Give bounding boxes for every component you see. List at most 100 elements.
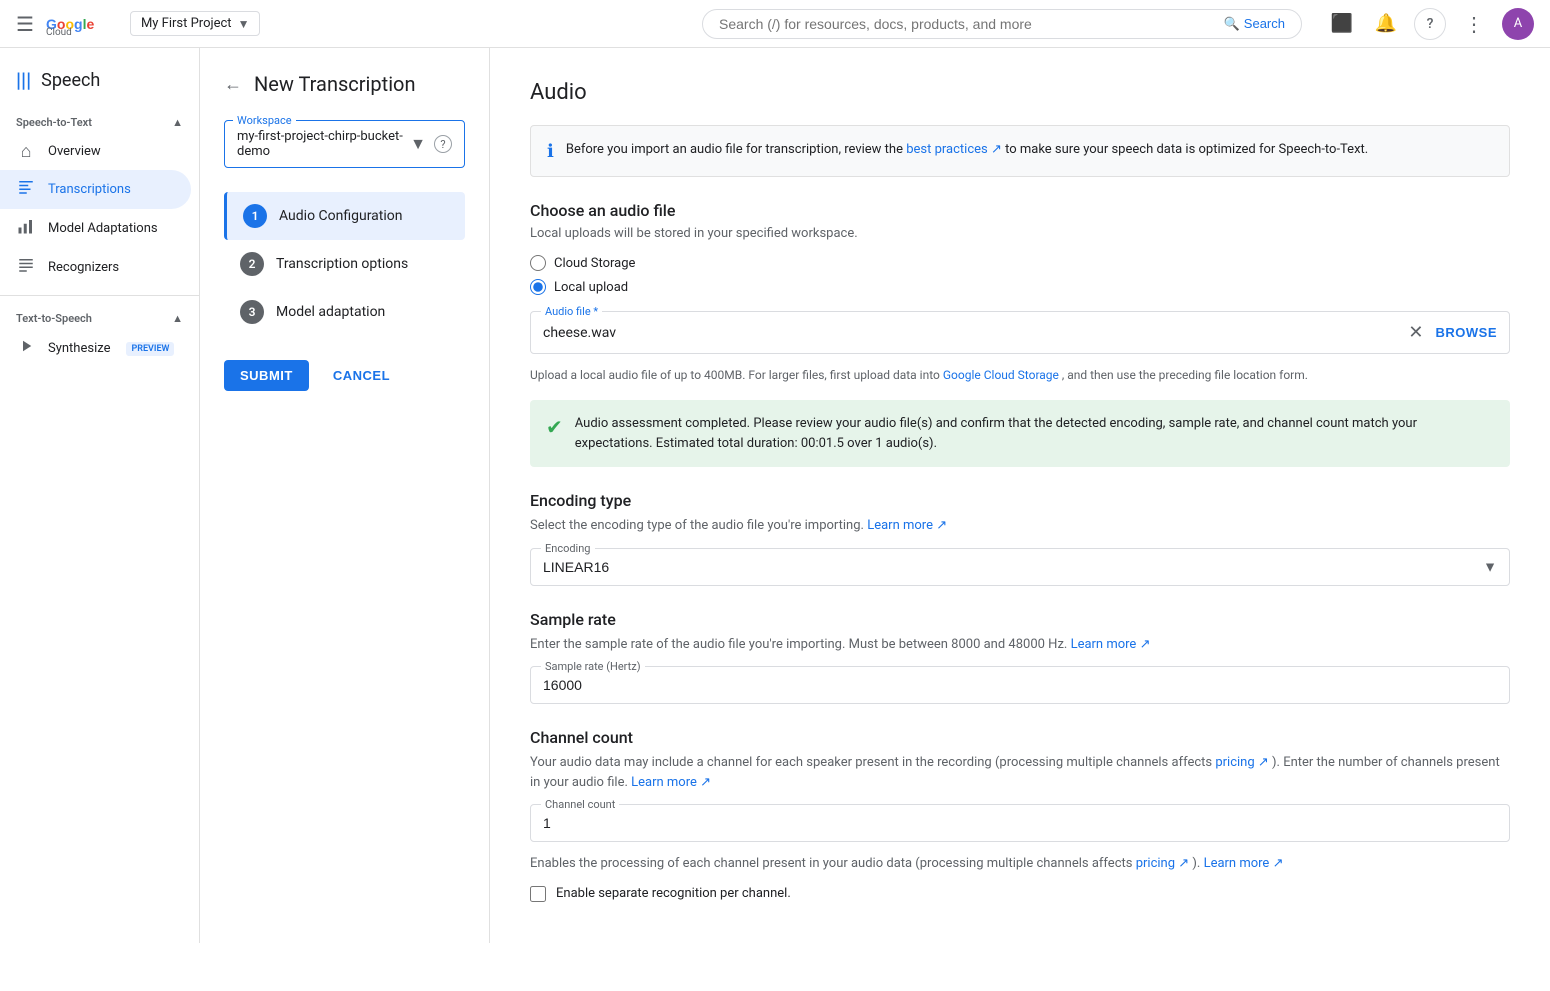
workspace-help-icon[interactable]: ? <box>434 135 452 153</box>
project-name: My First Project <box>141 16 232 31</box>
search-icon: 🔍 <box>1224 16 1240 32</box>
search-bar: 🔍 Search <box>702 9 1302 39</box>
workspace-value: my-first-project-chirp-bucket-demo <box>237 129 410 159</box>
encoding-select[interactable]: LINEAR16 MP3 FLAC <box>531 549 1509 585</box>
sidebar: ||| Speech Speech-to-Text ▲ ⌂ Overview T… <box>0 48 200 943</box>
success-box: ✔ Audio assessment completed. Please rev… <box>530 400 1510 467</box>
step-3-model-adaptation[interactable]: 3 Model adaptation <box>224 288 465 336</box>
step-1-number: 1 <box>243 204 267 228</box>
encoding-learn-more-link[interactable]: Learn more ↗ <box>867 518 947 533</box>
cloud-storage-radio[interactable] <box>530 255 546 271</box>
more-options-icon[interactable]: ⋮ <box>1458 8 1490 40</box>
audio-source-radio-group: Cloud Storage Local upload <box>530 255 1510 295</box>
sidebar-item-synthesize[interactable]: Synthesize PREVIEW <box>0 329 191 368</box>
note-learn-more-link[interactable]: Learn more ↗ <box>1204 856 1284 871</box>
choose-audio-section: Choose an audio file Local uploads will … <box>530 201 1510 295</box>
sidebar-item-recognizers[interactable]: Recognizers <box>0 248 191 287</box>
workspace-label: Workspace <box>233 114 296 127</box>
search-input[interactable] <box>719 16 1224 32</box>
cloud-storage-option[interactable]: Cloud Storage <box>530 255 1510 271</box>
sidebar-item-overview[interactable]: ⌂ Overview <box>0 133 191 170</box>
help-icon[interactable]: ? <box>1414 8 1446 40</box>
audio-file-label: Audio file * <box>541 305 602 318</box>
project-selector[interactable]: My First Project ▼ <box>130 11 261 36</box>
separate-recognition-checkbox[interactable] <box>530 886 546 902</box>
left-panel: ← New Transcription Workspace my-first-p… <box>200 48 490 943</box>
hamburger-menu-icon[interactable]: ☰ <box>16 12 34 36</box>
choose-audio-desc: Local uploads will be stored in your spe… <box>530 226 1510 241</box>
step-2-label: Transcription options <box>276 256 408 272</box>
info-text: Before you import an audio file for tran… <box>566 140 1368 160</box>
channel-learn-more-link[interactable]: Learn more ↗ <box>631 775 711 790</box>
encoding-title: Encoding type <box>530 491 1510 510</box>
sample-rate-input[interactable] <box>531 667 1509 703</box>
step-1-label: Audio Configuration <box>279 208 402 224</box>
audio-file-value: cheese.wav <box>543 325 1408 341</box>
svg-text:Cloud: Cloud <box>46 27 72 35</box>
submit-button[interactable]: SUBMIT <box>224 360 309 391</box>
sample-rate-title: Sample rate <box>530 610 1510 629</box>
search-button[interactable]: 🔍 Search <box>1224 16 1285 32</box>
sample-rate-desc: Enter the sample rate of the audio file … <box>530 635 1510 655</box>
workspace-select-row[interactable]: my-first-project-chirp-bucket-demo ▼ ? <box>237 129 452 159</box>
google-logo-svg: Google Cloud <box>46 13 114 35</box>
right-panel: Audio ℹ Before you import an audio file … <box>490 48 1550 943</box>
channel-count-label: Channel count <box>541 798 619 811</box>
channel-count-title: Channel count <box>530 728 1510 747</box>
stepper-actions: SUBMIT CANCEL <box>200 336 489 391</box>
encoding-select-wrapper: Encoding LINEAR16 MP3 FLAC ▼ <box>530 548 1510 586</box>
top-navigation: ☰ Google Cloud My First Project ▼ 🔍 Sear… <box>0 0 1550 48</box>
sample-rate-input-wrapper: Sample rate (Hertz) <box>530 666 1510 704</box>
speech-to-text-section[interactable]: Speech-to-Text ▲ <box>0 108 199 133</box>
cancel-button[interactable]: CANCEL <box>321 360 402 391</box>
local-upload-option[interactable]: Local upload <box>530 279 1510 295</box>
audio-file-row: cheese.wav ✕ BROWSE <box>531 312 1509 353</box>
pricing-link-2[interactable]: pricing ↗ <box>1136 856 1189 871</box>
browse-button[interactable]: BROWSE <box>1436 325 1498 340</box>
local-upload-label: Local upload <box>554 280 628 295</box>
encoding-type-section: Encoding type Select the encoding type o… <box>530 491 1510 586</box>
project-dropdown-icon: ▼ <box>238 17 250 31</box>
speech-logo-icon: ||| <box>16 68 31 92</box>
google-cloud-storage-link[interactable]: Google Cloud Storage <box>943 368 1059 382</box>
tts-collapse-icon: ▲ <box>172 312 183 325</box>
success-icon: ✔ <box>546 415 563 439</box>
sidebar-item-model-adaptations[interactable]: Model Adaptations <box>0 209 191 248</box>
recognizers-icon <box>16 256 36 279</box>
channel-count-note: Enables the processing of each channel p… <box>530 854 1510 874</box>
notifications-icon[interactable]: 🔔 <box>1370 8 1402 40</box>
terminal-icon[interactable]: ⬛ <box>1326 8 1358 40</box>
clear-file-icon[interactable]: ✕ <box>1408 322 1423 343</box>
text-to-speech-section[interactable]: Text-to-Speech ▲ <box>0 304 199 329</box>
back-button[interactable]: ← <box>224 74 242 95</box>
pricing-link-1[interactable]: pricing ↗ <box>1215 755 1268 770</box>
best-practices-link[interactable]: best practices ↗ <box>906 142 1002 157</box>
info-icon: ℹ <box>547 141 554 162</box>
channel-count-input-wrapper: Channel count <box>530 804 1510 842</box>
sample-rate-learn-more-link[interactable]: Learn more ↗ <box>1071 637 1151 652</box>
panel-title: New Transcription <box>254 72 416 96</box>
sidebar-item-transcriptions[interactable]: Transcriptions <box>0 170 191 209</box>
section-title: Audio <box>530 80 1510 105</box>
synthesize-icon <box>16 337 36 360</box>
sidebar-header: ||| Speech <box>0 60 199 108</box>
workspace-selector[interactable]: Workspace my-first-project-chirp-bucket-… <box>224 120 465 168</box>
channel-count-desc: Your audio data may include a channel fo… <box>530 753 1510 792</box>
choose-audio-title: Choose an audio file <box>530 201 1510 220</box>
step-3-label: Model adaptation <box>276 304 385 320</box>
step-2-transcription-options[interactable]: 2 Transcription options <box>224 240 465 288</box>
workspace-dropdown-icon[interactable]: ▼ <box>410 134 426 154</box>
preview-badge: PREVIEW <box>126 342 174 356</box>
step-1-audio-config[interactable]: 1 Audio Configuration <box>224 192 465 240</box>
avatar[interactable]: A <box>1502 8 1534 40</box>
local-upload-radio[interactable] <box>530 279 546 295</box>
sidebar-title: Speech <box>41 70 100 91</box>
channel-count-input[interactable] <box>531 805 1509 841</box>
collapse-icon: ▲ <box>172 116 183 129</box>
cloud-storage-label: Cloud Storage <box>554 256 635 271</box>
nav-icons: ⬛ 🔔 ? ⋮ A <box>1326 8 1534 40</box>
separate-recognition-checkbox-row[interactable]: Enable separate recognition per channel. <box>530 886 1510 902</box>
sample-rate-section: Sample rate Enter the sample rate of the… <box>530 610 1510 705</box>
main-area: ← New Transcription Workspace my-first-p… <box>200 48 1550 943</box>
google-cloud-logo: Google Cloud <box>46 13 114 35</box>
